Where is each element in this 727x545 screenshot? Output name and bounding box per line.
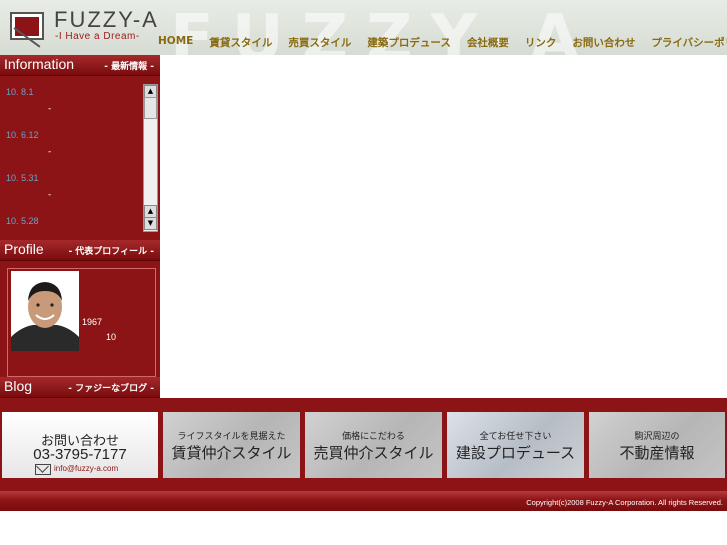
news-item[interactable]: 10. 5.31 - [0,163,142,206]
nav-contact[interactable]: お問い合わせ [572,35,635,53]
blog-header[interactable]: Blog - ファジーなブログ - [0,377,160,398]
header: FUZZY-A FUZZY-A -I Have a Dream- HOME 賃貸… [0,0,727,55]
avatar [11,271,79,351]
news-date[interactable]: 10. 5.31 [6,173,39,183]
banner-title: 不動産情報 [619,444,695,462]
profile-subtitle: - 代表プロフィール - [68,247,154,257]
contact-phone: 03-3795-7177 [33,446,127,463]
news-item[interactable]: 10. 8.1 - [0,77,142,120]
profile-photo-icon [11,271,79,351]
news-date[interactable]: 10. 6.12 [6,130,39,140]
main-content [162,55,727,398]
news-list: 10. 8.1 - 10. 6.12 - 10. 5.31 - 10. 5.28 [0,77,142,231]
nav-home[interactable]: HOME [158,35,193,53]
footer: Copyright(c)2008 Fuzzy-A Corporation. Al… [0,491,727,511]
copyright-text: Copyright(c)2008 Fuzzy-A Corporation. Al… [526,498,723,507]
sidebar: Information - 最新情報 - 10. 8.1 - 10. 6.12 … [0,55,160,398]
logo-icon[interactable] [10,12,44,48]
profile-number: 10 [106,332,117,342]
banner-caption: 価格にこだわる [342,432,405,442]
nav-construction[interactable]: 建築プロデュース [367,35,450,53]
local-info-banner[interactable]: 駒沢周辺の 不動産情報 [589,412,725,478]
profile-header: Profile - 代表プロフィール - [0,240,160,261]
nav-links[interactable]: リンク [525,35,557,53]
nav-privacy[interactable]: プライバシーポリシー [651,35,727,53]
news-date[interactable]: 10. 5.28 [6,216,39,226]
news-text[interactable]: - [48,147,51,157]
information-subtitle: - 最新情報 - [104,62,154,72]
profile-title: Profile [4,241,44,257]
information-header: Information - 最新情報 - [0,55,160,76]
main-nav: HOME 賃貸スタイル 売買スタイル 建築プロデュース 会社概要 リンク お問い… [158,35,727,53]
banner-band: お問い合わせ 03-3795-7177 info@fuzzy-a.com ライフ… [0,398,727,491]
news-item[interactable]: 10. 5.28 [0,206,142,231]
contact-email[interactable]: info@fuzzy-a.com [54,464,118,473]
nav-rental-style[interactable]: 賃貸スタイル [209,35,272,53]
banner-title: 建設プロデュース [455,444,576,462]
information-title: Information [4,56,75,72]
logo-text[interactable]: FUZZY-A [54,7,159,33]
construction-banner[interactable]: 全てお任せ下さい 建設プロデュース [447,412,584,478]
scroll-down-icon[interactable]: ▼ [144,217,157,230]
banner-caption: 駒沢周辺の [634,432,680,442]
mail-icon [35,464,51,475]
contact-banner[interactable]: お問い合わせ 03-3795-7177 info@fuzzy-a.com [2,412,158,478]
blog-subtitle[interactable]: - ファジーなブログ - [68,381,154,394]
news-item[interactable]: 10. 6.12 - [0,120,142,163]
profile-year: 1967 [82,317,103,327]
profile-card: 1967 10 [7,268,156,377]
news-scrollbar[interactable]: ▲ ▲ ▼ [143,84,158,232]
banner-title: 賃貸仲介スタイル [171,444,292,462]
banner-caption: ライフスタイルを見据えた [177,432,286,442]
logo-tagline: -I Have a Dream- [55,31,140,42]
news-date[interactable]: 10. 8.1 [6,87,34,97]
scrollbar-thumb[interactable] [144,97,157,119]
sales-style-banner[interactable]: 価格にこだわる 売買仲介スタイル [305,412,442,478]
banner-title: 売買仲介スタイル [313,444,434,462]
news-text[interactable]: - [48,190,51,200]
blog-title[interactable]: Blog [4,378,32,394]
banner-caption: 全てお任せ下さい [479,432,552,442]
rental-style-banner[interactable]: ライフスタイルを見据えた 賃貸仲介スタイル [163,412,300,478]
news-text[interactable]: - [48,104,51,114]
nav-sales-style[interactable]: 売買スタイル [288,35,351,53]
nav-company[interactable]: 会社概要 [467,35,509,53]
